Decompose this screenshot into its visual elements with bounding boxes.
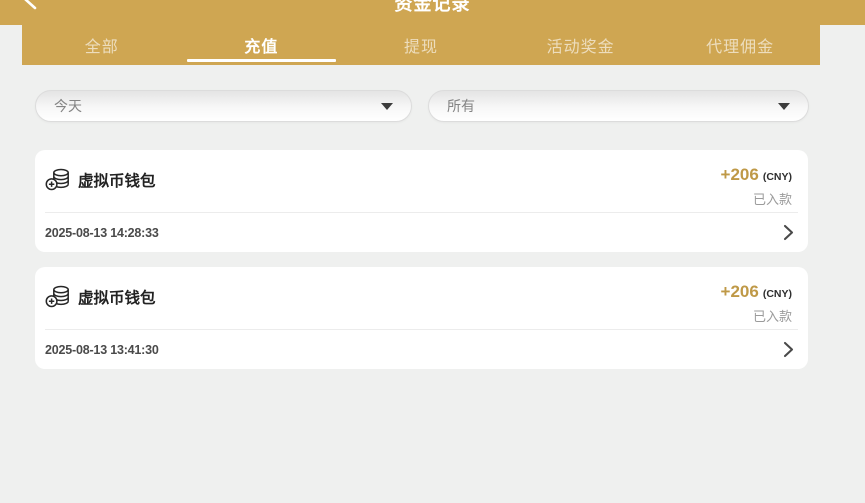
tab-all[interactable]: 全部 — [22, 25, 182, 65]
status-text: 已入款 — [721, 189, 792, 208]
wallet-group: 虚拟币钱包 — [45, 285, 156, 309]
status-text: 已入款 — [721, 306, 792, 325]
wallet-name: 虚拟币钱包 — [78, 286, 156, 308]
record-timestamp: 2025-08-13 14:28:33 — [45, 226, 159, 240]
amount-line: +206 (CNY) — [721, 282, 792, 302]
record-timestamp: 2025-08-13 13:41:30 — [45, 343, 159, 357]
coin-stack-plus-icon — [45, 285, 71, 309]
amount-value: +206 — [721, 165, 759, 184]
record-card-top: 虚拟币钱包 +206 (CNY) 已入款 — [35, 150, 808, 208]
currency-label: (CNY) — [763, 288, 792, 300]
tab-activity-bonus-label: 活动奖金 — [547, 33, 615, 57]
active-tab-underline — [187, 59, 337, 62]
date-filter-value: 今天 — [54, 96, 82, 116]
caret-down-icon — [381, 103, 393, 110]
app-header: 资金记录 — [0, 0, 865, 25]
tab-withdraw[interactable]: 提现 — [341, 25, 501, 65]
tab-agent-commission-label: 代理佣金 — [706, 33, 774, 57]
date-filter-dropdown[interactable]: 今天 — [35, 90, 412, 122]
record-card-top: 虚拟币钱包 +206 (CNY) 已入款 — [35, 267, 808, 325]
tab-withdraw-label: 提现 — [404, 33, 438, 57]
amount-group: +206 (CNY) 已入款 — [721, 282, 792, 325]
record-card-bottom: 2025-08-13 13:41:30 — [45, 330, 794, 369]
tab-agent-commission[interactable]: 代理佣金 — [660, 25, 820, 65]
tab-deposit-label: 充值 — [244, 33, 278, 57]
record-card-bottom: 2025-08-13 14:28:33 — [45, 213, 794, 252]
chevron-right-icon[interactable] — [783, 341, 794, 358]
chevron-right-icon[interactable] — [783, 224, 794, 241]
type-filter-dropdown[interactable]: 所有 — [428, 90, 809, 122]
tab-deposit[interactable]: 充值 — [182, 25, 342, 65]
type-filter-value: 所有 — [447, 96, 475, 116]
record-type-tabs: 全部 充值 提现 活动奖金 代理佣金 — [22, 25, 820, 65]
tab-activity-bonus[interactable]: 活动奖金 — [501, 25, 661, 65]
wallet-group: 虚拟币钱包 — [45, 168, 156, 192]
coin-stack-plus-icon — [45, 168, 71, 192]
amount-value: +206 — [721, 282, 759, 301]
page-title: 资金记录 — [0, 0, 865, 16]
wallet-name: 虚拟币钱包 — [78, 169, 156, 191]
record-card[interactable]: 虚拟币钱包 +206 (CNY) 已入款 2025-08-13 14:28:33 — [35, 150, 808, 252]
currency-label: (CNY) — [763, 171, 792, 183]
tab-all-label: 全部 — [85, 33, 119, 57]
amount-line: +206 (CNY) — [721, 165, 792, 185]
record-card[interactable]: 虚拟币钱包 +206 (CNY) 已入款 2025-08-13 13:41:30 — [35, 267, 808, 369]
amount-group: +206 (CNY) 已入款 — [721, 165, 792, 208]
funds-record-page: 资金记录 全部 充值 提现 活动奖金 代理佣金 今天 所有 — [0, 0, 865, 503]
caret-down-icon — [778, 103, 790, 110]
